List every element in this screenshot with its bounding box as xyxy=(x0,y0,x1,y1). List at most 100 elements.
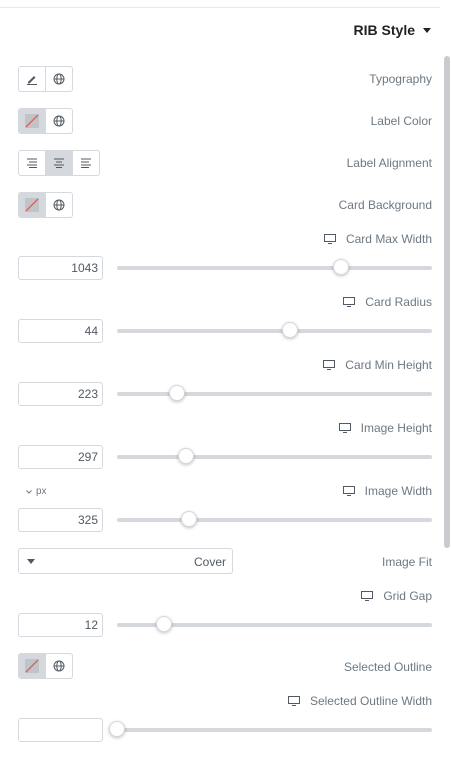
global-card-background-button[interactable] xyxy=(46,193,72,217)
selected-outline-button-group xyxy=(18,653,73,679)
card-max-width-handle[interactable] xyxy=(332,259,349,275)
image-height-label: Image Height xyxy=(360,421,432,435)
alignment-button-group xyxy=(18,150,100,176)
unit-label: px xyxy=(36,486,47,497)
globe-icon xyxy=(53,73,65,85)
card-background-swatch[interactable] xyxy=(19,193,46,217)
card-background-label: Card Background xyxy=(338,198,432,212)
globe-icon xyxy=(53,115,65,127)
grid-gap-header: Grid Gap xyxy=(361,589,432,603)
no-color-icon xyxy=(25,198,39,212)
card-background-button-group xyxy=(18,192,73,218)
card-min-height-slider[interactable] xyxy=(117,385,432,401)
grid-gap-label: Grid Gap xyxy=(383,589,432,603)
card-max-width-header: Card Max Width xyxy=(323,232,432,246)
card-min-height-input[interactable] xyxy=(18,382,103,406)
card-max-width-slider[interactable] xyxy=(117,259,432,275)
align-right-icon xyxy=(81,158,91,168)
card-radius-label: Card Radius xyxy=(365,295,432,309)
card-radius-slider[interactable] xyxy=(117,322,432,338)
image-height-input[interactable] xyxy=(18,445,103,469)
card-min-height-header: Card Min Height xyxy=(323,358,432,372)
section-header[interactable]: RIB Style xyxy=(354,22,431,38)
card-min-height-control: Card Min Height xyxy=(18,358,432,408)
globe-icon xyxy=(53,660,65,672)
align-left-icon xyxy=(27,158,37,168)
selected-outline-width-slider[interactable] xyxy=(109,721,432,737)
desktop-icon[interactable] xyxy=(343,297,356,307)
no-color-icon xyxy=(25,659,39,673)
image-width-header: Image Width xyxy=(342,484,432,498)
image-width-control: px Image Width xyxy=(18,484,432,534)
label-alignment-control: Label Alignment xyxy=(18,150,432,176)
globe-icon xyxy=(53,199,65,211)
selected-outline-width-header: Selected Outline Width xyxy=(287,694,432,708)
selected-outline-width-control: Selected Outline Width xyxy=(18,694,432,744)
desktop-icon[interactable] xyxy=(361,591,374,601)
typography-label: Typography xyxy=(369,72,432,86)
grid-gap-slider[interactable] xyxy=(117,616,432,632)
pencil-icon xyxy=(27,76,37,85)
card-radius-header: Card Radius xyxy=(343,295,432,309)
selected-outline-swatch[interactable] xyxy=(19,654,46,678)
card-background-control: Card Background xyxy=(18,192,432,218)
align-center-button[interactable] xyxy=(46,151,73,175)
card-max-width-input[interactable] xyxy=(18,256,103,280)
card-radius-handle[interactable] xyxy=(282,322,299,338)
global-selected-outline-button[interactable] xyxy=(46,654,72,678)
image-fit-select[interactable]: Cover xyxy=(18,548,233,574)
label-color-swatch[interactable] xyxy=(19,109,46,133)
label-color-control: Label Color xyxy=(18,108,432,134)
desktop-icon[interactable] xyxy=(338,423,351,433)
image-fit-label: Image Fit xyxy=(381,555,432,569)
image-fit-control: Cover Image Fit xyxy=(18,548,432,574)
unit-selector[interactable]: px xyxy=(26,486,47,497)
selected-outline-control: Selected Outline xyxy=(18,653,432,679)
card-min-height-label: Card Min Height xyxy=(345,358,432,372)
grid-gap-input[interactable] xyxy=(18,613,103,637)
card-min-height-handle[interactable] xyxy=(168,385,185,401)
image-width-handle[interactable] xyxy=(181,511,198,527)
selected-outline-width-label: Selected Outline Width xyxy=(309,694,432,708)
image-fit-value: Cover xyxy=(193,555,226,569)
selected-outline-label: Selected Outline xyxy=(343,660,432,674)
image-height-handle[interactable] xyxy=(178,448,195,464)
card-max-width-control: Card Max Width xyxy=(18,232,432,282)
image-width-input[interactable] xyxy=(18,508,103,532)
image-height-control: Image Height xyxy=(18,421,432,471)
global-typography-button[interactable] xyxy=(46,67,72,91)
align-center-icon xyxy=(54,158,64,168)
image-width-slider[interactable] xyxy=(117,511,432,527)
image-height-slider[interactable] xyxy=(117,448,432,464)
typography-control: Typography xyxy=(18,66,432,92)
label-color-label: Label Color xyxy=(370,114,432,128)
section-title: RIB Style xyxy=(353,22,415,38)
scrollbar[interactable] xyxy=(442,56,450,756)
selected-outline-width-input[interactable] xyxy=(18,718,103,742)
desktop-icon[interactable] xyxy=(287,696,300,706)
global-label-color-button[interactable] xyxy=(46,109,72,133)
desktop-icon[interactable] xyxy=(323,360,336,370)
card-radius-input[interactable] xyxy=(18,319,103,343)
card-max-width-label: Card Max Width xyxy=(345,232,432,246)
top-divider xyxy=(0,7,440,8)
desktop-icon[interactable] xyxy=(342,486,355,496)
align-left-button[interactable] xyxy=(19,151,46,175)
grid-gap-control: Grid Gap xyxy=(18,589,432,639)
caret-down-icon xyxy=(423,28,431,33)
edit-typography-button[interactable] xyxy=(19,67,46,91)
desktop-icon[interactable] xyxy=(323,234,336,244)
typography-button-group xyxy=(18,66,73,92)
image-width-label: Image Width xyxy=(364,484,432,498)
selected-outline-width-handle[interactable] xyxy=(109,721,125,737)
scrollbar-thumb[interactable] xyxy=(444,56,450,548)
chevron-down-icon xyxy=(26,489,32,494)
grid-gap-handle[interactable] xyxy=(156,616,173,632)
image-height-header: Image Height xyxy=(338,421,432,435)
align-right-button[interactable] xyxy=(73,151,99,175)
caret-down-icon xyxy=(27,559,35,564)
card-radius-control: Card Radius xyxy=(18,295,432,345)
label-alignment-label: Label Alignment xyxy=(346,156,432,170)
no-color-icon xyxy=(25,114,39,128)
label-color-button-group xyxy=(18,108,73,134)
